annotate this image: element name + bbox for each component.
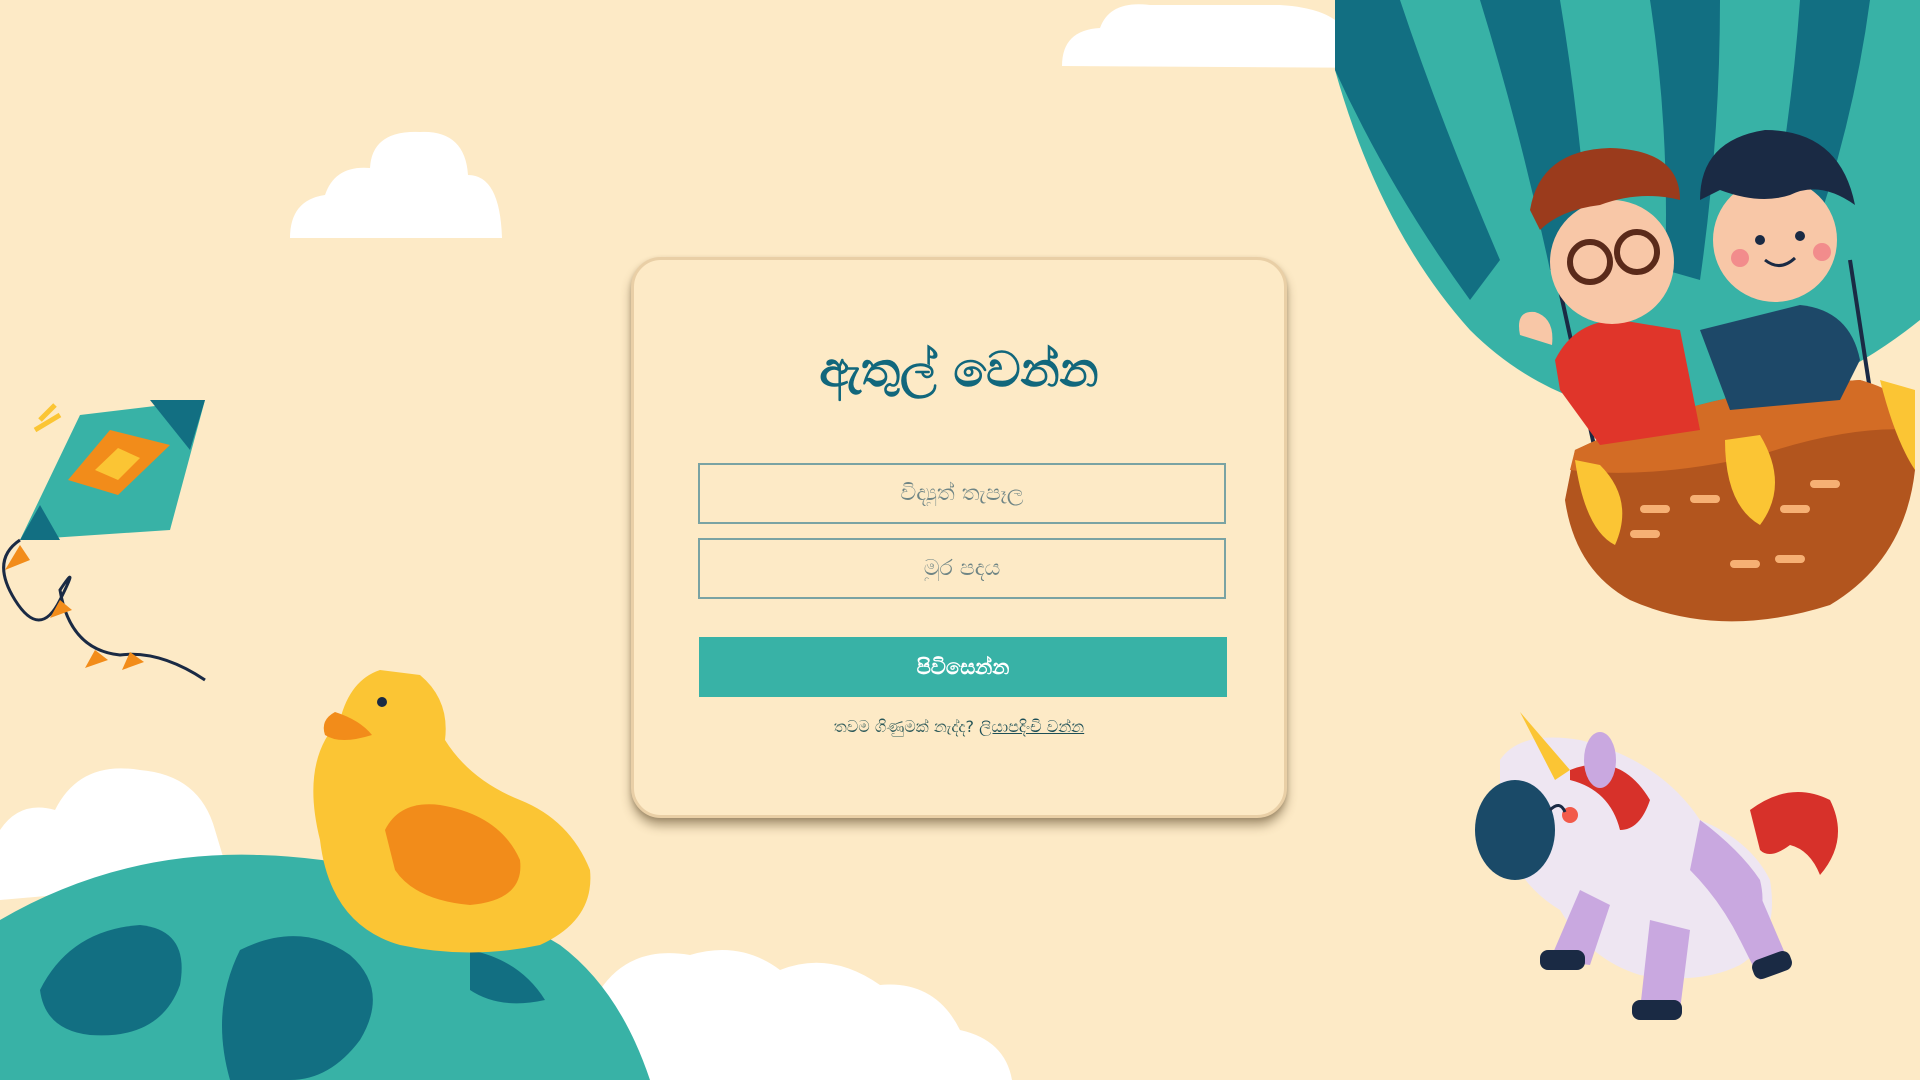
unicorn-icon <box>1475 712 1838 1020</box>
kite-icon <box>2 400 206 682</box>
duck-icon <box>313 670 591 953</box>
page-title: ඇතුල් වෙන්න <box>819 342 1099 398</box>
login-button[interactable]: පිවිසෙන්න <box>699 637 1227 697</box>
password-field[interactable] <box>698 538 1226 599</box>
signup-prompt-text: තවම ගිණුමක් නැද්ද? <box>833 717 975 736</box>
signup-prompt-row: තවම ගිණුමක් නැද්ද? ලියාපදිංචි වන්න <box>634 717 1284 737</box>
signup-link[interactable]: ලියාපදිංචි වන්න <box>979 717 1084 736</box>
email-field[interactable] <box>698 463 1226 524</box>
login-card: ඇතුල් වෙන්න පිවිසෙන්න තවම ගිණුමක් නැද්ද?… <box>631 257 1287 818</box>
cloud-icon <box>290 131 502 238</box>
